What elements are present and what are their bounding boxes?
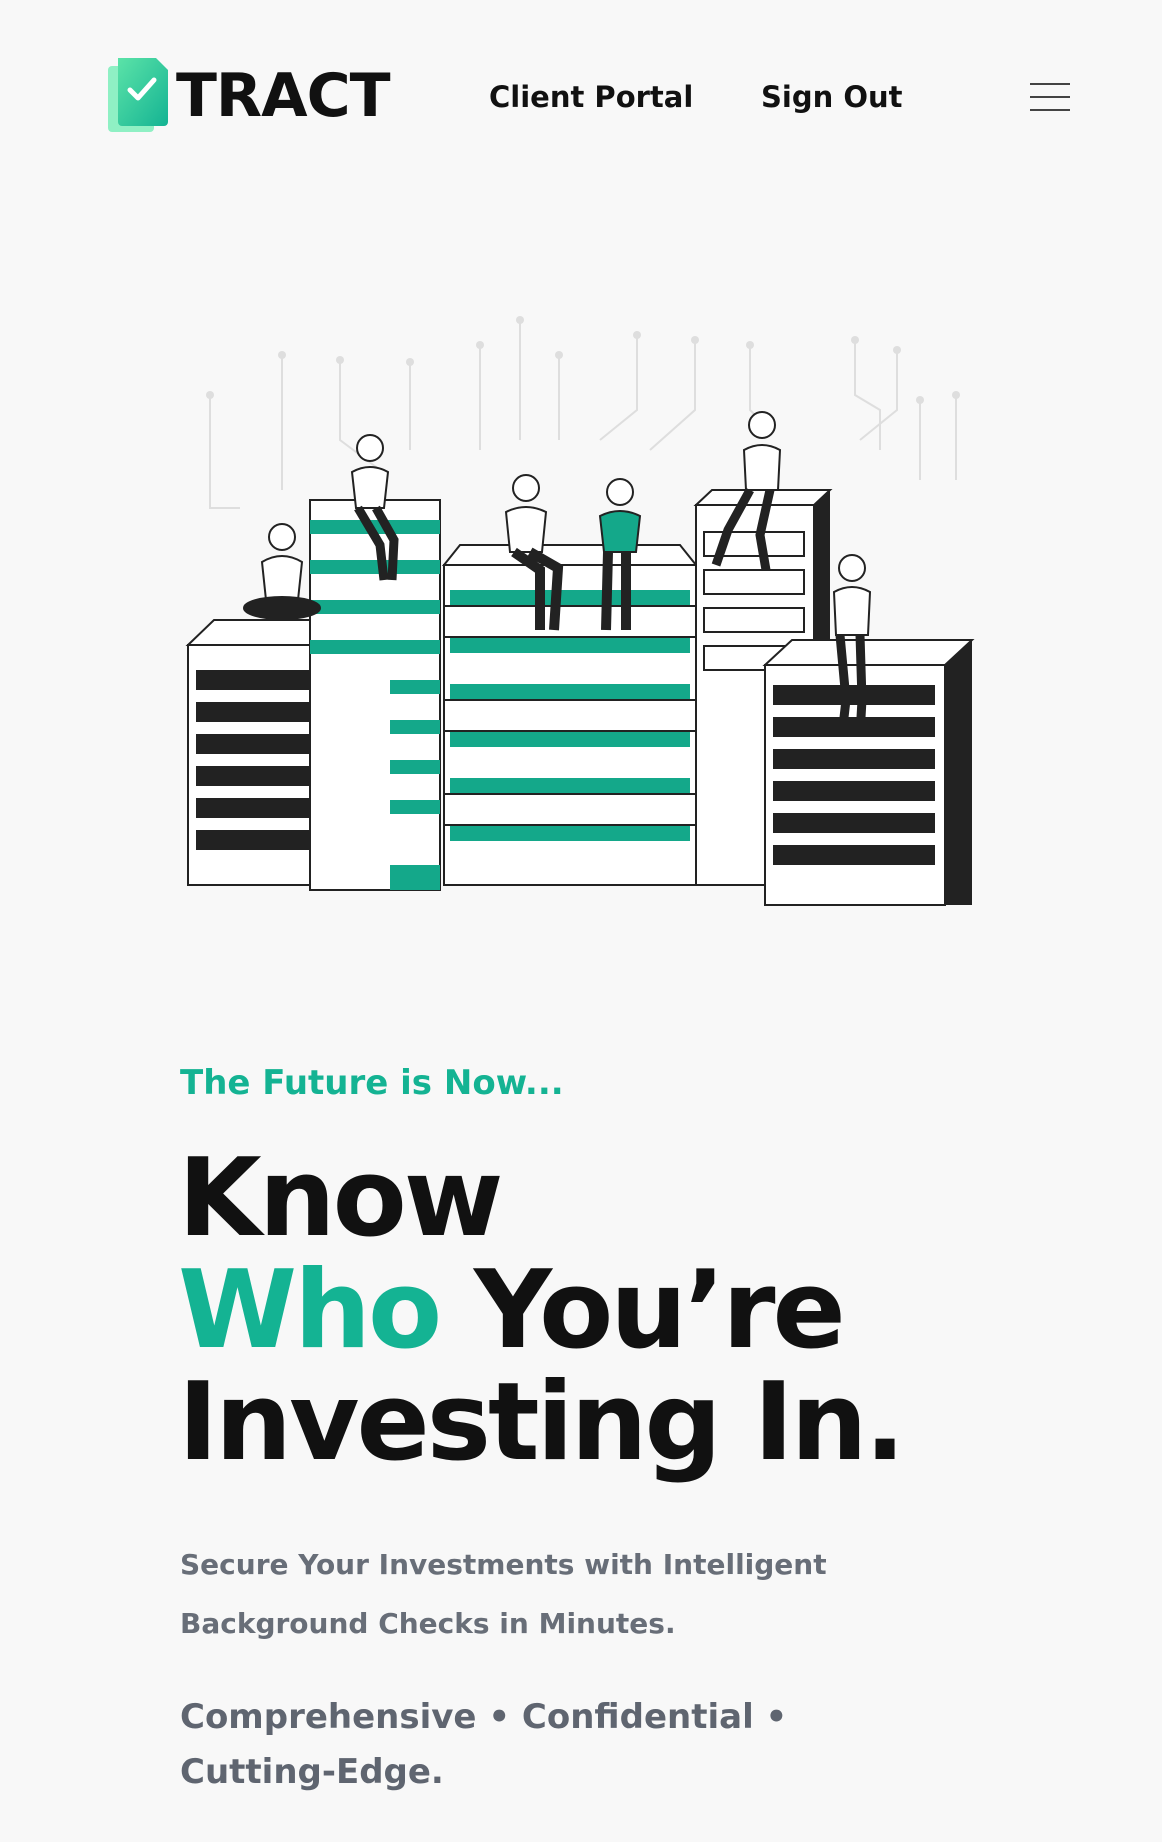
server-right bbox=[762, 639, 975, 906]
server-center bbox=[441, 544, 699, 886]
circuit-dots bbox=[206, 316, 960, 404]
headline-line-1: Know bbox=[178, 1136, 504, 1261]
site-header: TRACT Client Portal Sign Out bbox=[0, 0, 1162, 200]
headline-line-2-rest: You’re bbox=[439, 1248, 846, 1373]
brand-name: TRACT bbox=[176, 61, 391, 131]
document-check-icon bbox=[108, 58, 168, 132]
servers-illustration bbox=[185, 316, 975, 906]
headline-line-3: Investing In. bbox=[178, 1360, 906, 1485]
server-back-left bbox=[309, 499, 441, 891]
brand-logo[interactable]: TRACT bbox=[106, 56, 391, 136]
subtitle-line-2: Background Checks in Minutes. bbox=[180, 1607, 676, 1640]
hero-eyebrow: The Future is Now... bbox=[180, 1063, 564, 1103]
nav-client-portal[interactable]: Client Portal bbox=[489, 74, 693, 120]
hero-tagline: Comprehensive • Confidential • Cutting-E… bbox=[180, 1697, 788, 1792]
hero-headline: Know Who You’re Investing In. bbox=[178, 1143, 906, 1479]
hero-subtitle: Secure Your Investments with Intelligent… bbox=[180, 1535, 900, 1653]
nav-sign-out[interactable]: Sign Out bbox=[761, 74, 903, 120]
hamburger-menu-icon[interactable] bbox=[1030, 78, 1072, 116]
headline-accent-word: Who bbox=[178, 1248, 442, 1373]
circuit-lines bbox=[209, 320, 957, 509]
subtitle-line-1: Secure Your Investments with Intelligent bbox=[180, 1548, 827, 1581]
